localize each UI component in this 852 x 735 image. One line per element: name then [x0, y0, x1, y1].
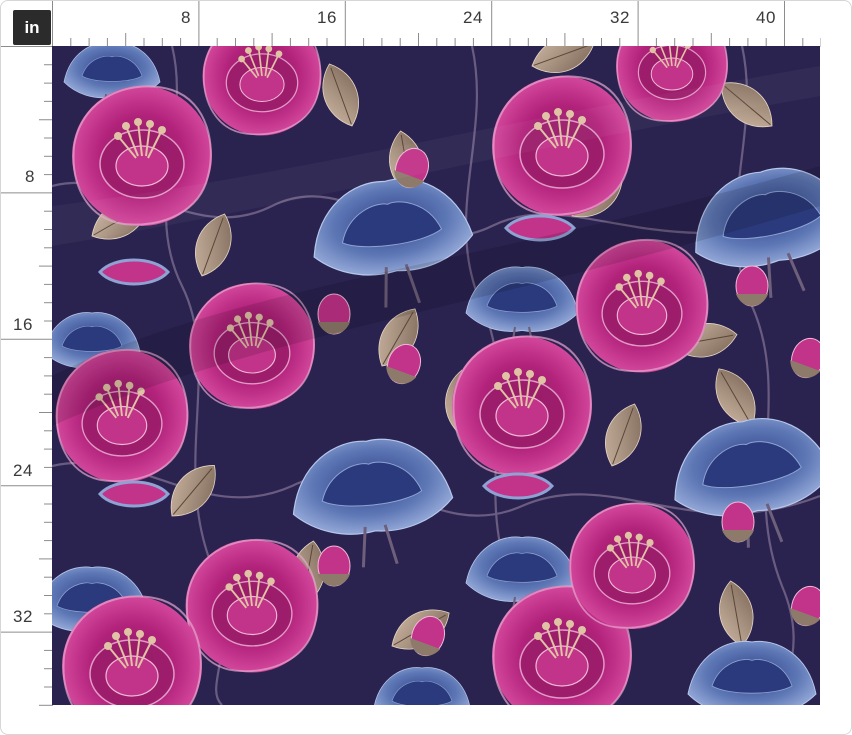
left-ruler-label-32: 32 — [13, 607, 33, 626]
fabric-swatch — [52, 46, 820, 705]
top-ruler-label-16: 16 — [317, 8, 337, 27]
unit-badge[interactable]: in — [13, 10, 51, 45]
fabric-preview-panel: in 8 16 24 32 40 8 16 24 32 — [0, 0, 852, 735]
top-ruler: 8 16 24 32 40 — [52, 1, 821, 47]
top-ruler-label-8: 8 — [181, 8, 191, 27]
left-ruler-label-16: 16 — [13, 315, 33, 334]
top-ruler-label-32: 32 — [610, 8, 630, 27]
left-ruler-label-8: 8 — [25, 167, 35, 186]
top-ruler-label-24: 24 — [463, 8, 483, 27]
left-ruler: 8 16 24 32 — [1, 46, 53, 706]
left-ruler-label-24: 24 — [13, 461, 33, 480]
top-ruler-label-40: 40 — [756, 8, 776, 27]
